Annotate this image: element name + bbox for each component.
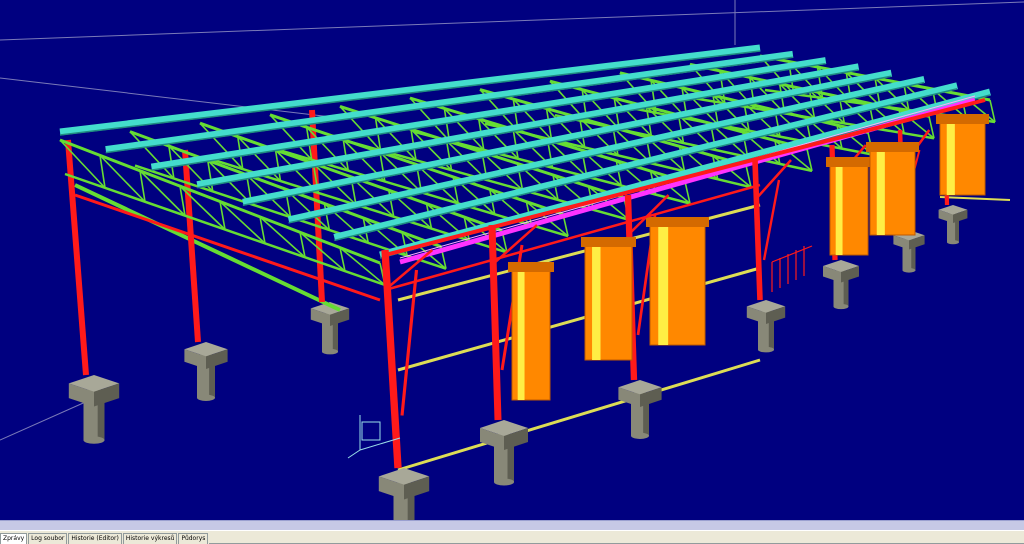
concrete-pier bbox=[480, 420, 528, 486]
concrete-pier bbox=[746, 300, 786, 353]
concrete-pier bbox=[938, 205, 968, 245]
scene-frame-line bbox=[0, 77, 341, 119]
wall-rail bbox=[939, 196, 1011, 201]
tab-historie-editor[interactable]: Historie (Editor) bbox=[68, 533, 122, 544]
pier-base bbox=[758, 346, 774, 353]
front-column bbox=[488, 224, 502, 421]
cladding-panel bbox=[508, 262, 554, 401]
concrete-pier bbox=[618, 380, 662, 439]
tab-historie-vykresu[interactable]: Historie výkresů bbox=[122, 533, 178, 544]
cladding-panel bbox=[826, 157, 872, 256]
axis-y-line bbox=[347, 449, 361, 459]
panel-header bbox=[581, 237, 636, 247]
stair-railing bbox=[771, 245, 813, 292]
pier-base bbox=[83, 436, 105, 444]
panel-stripe bbox=[517, 270, 525, 400]
panel-header bbox=[826, 157, 872, 167]
cladding-panel bbox=[581, 237, 636, 361]
concrete-pier bbox=[310, 302, 350, 355]
tab-pudorys[interactable]: Půdorys bbox=[178, 533, 209, 544]
wall-rail bbox=[397, 266, 761, 372]
front-structure bbox=[378, 98, 1011, 520]
front-column bbox=[381, 249, 402, 469]
pier-base bbox=[322, 348, 338, 355]
concrete-pier bbox=[68, 375, 120, 444]
structural-model-canvas[interactable] bbox=[0, 0, 1024, 520]
front-strut bbox=[762, 179, 781, 261]
tab-log-soubor[interactable]: Log soubor bbox=[28, 533, 68, 544]
cladding-panel bbox=[866, 142, 919, 236]
wall-rail bbox=[397, 358, 761, 472]
viewport-bottom-strip bbox=[0, 520, 1024, 530]
scene-frame-line bbox=[0, 1, 1024, 41]
front-column bbox=[752, 159, 763, 301]
pier-base bbox=[947, 240, 959, 245]
panel-header bbox=[866, 142, 919, 152]
pier-base bbox=[833, 303, 849, 310]
pier-base bbox=[197, 394, 215, 401]
panel-stripe bbox=[835, 165, 843, 255]
axis-box bbox=[361, 421, 381, 441]
front-strut bbox=[400, 269, 419, 416]
panel-header bbox=[508, 262, 554, 272]
scene-frame-line bbox=[0, 399, 91, 441]
output-tab-bar: Zprávy Log soubor Historie (Editor) Hist… bbox=[0, 530, 1024, 544]
column-brace bbox=[754, 159, 792, 201]
panel-header bbox=[646, 217, 709, 227]
panel-header bbox=[936, 114, 989, 124]
pier-base bbox=[902, 268, 916, 273]
railing-top bbox=[771, 245, 813, 263]
back-column bbox=[182, 149, 201, 343]
panel-stripe bbox=[592, 245, 601, 360]
truss-diagonal bbox=[259, 216, 306, 258]
cladding-panel bbox=[646, 217, 709, 346]
3d-model-viewport[interactable] bbox=[0, 0, 1024, 530]
concrete-pier bbox=[823, 260, 859, 310]
pier-base bbox=[631, 432, 649, 439]
truss-diagonal bbox=[219, 200, 266, 244]
panel-stripe bbox=[658, 225, 669, 345]
truss-diagonal bbox=[339, 247, 386, 286]
concrete-pier bbox=[378, 468, 430, 520]
tab-zpravy[interactable]: Zprávy bbox=[0, 533, 28, 544]
pier-base bbox=[494, 478, 514, 486]
panel-stripe bbox=[876, 150, 885, 235]
panel-stripe bbox=[946, 122, 955, 195]
concrete-pier bbox=[184, 342, 228, 401]
concrete-pier bbox=[893, 230, 925, 273]
cladding-panel bbox=[936, 114, 989, 196]
